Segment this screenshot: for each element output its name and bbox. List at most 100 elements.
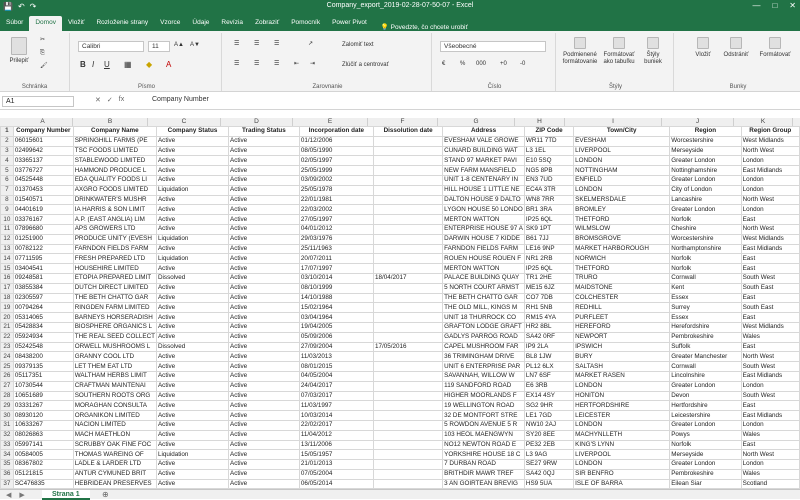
cell[interactable]: 08026863 <box>12 429 74 441</box>
cell[interactable]: London <box>740 459 800 470</box>
cell[interactable]: SCRUBBY OAK FINE FOC <box>72 439 157 451</box>
cell[interactable]: BROMLEY <box>573 204 671 216</box>
cell[interactable]: LADLE & LARDER LTD <box>72 459 157 470</box>
maximize-icon[interactable]: □ <box>772 1 777 10</box>
cell[interactable]: SA42 0RF <box>523 331 575 343</box>
tab-insert[interactable]: Vložiť <box>62 16 91 31</box>
cell[interactable]: South West <box>740 272 800 284</box>
cell[interactable]: HS9 5UA <box>523 478 575 490</box>
cell[interactable]: BR1 3RA <box>523 204 575 216</box>
cell[interactable]: East <box>740 341 800 353</box>
cell[interactable]: Pembrokeshire <box>669 331 742 343</box>
cell[interactable]: Dissolved <box>155 341 230 353</box>
underline-button[interactable]: U <box>104 61 110 69</box>
cell[interactable]: Merseyside <box>669 145 742 157</box>
cell[interactable] <box>373 351 444 363</box>
cell[interactable]: Active <box>155 282 230 294</box>
cell[interactable]: SA42 0QJ <box>523 468 575 480</box>
cell[interactable]: 11/04/2012 <box>298 429 375 441</box>
conditional-formatting-button[interactable]: Podmienené formátovanie <box>562 37 598 66</box>
cell[interactable]: Greater London <box>669 459 742 470</box>
cell[interactable] <box>373 174 444 186</box>
format-painter-icon[interactable]: 🖌 <box>40 63 48 70</box>
cell[interactable]: BIOSPHERE ORGANICS L <box>72 321 157 333</box>
tab-view[interactable]: Zobraziť <box>249 16 285 31</box>
cell[interactable]: 103 HEOL MAENGWYN <box>442 429 525 441</box>
cell[interactable]: Active <box>228 194 300 206</box>
cell[interactable]: WN8 7RR <box>523 194 575 206</box>
cell[interactable]: THE OLD MILL, KINGS M <box>442 302 525 314</box>
cell[interactable]: Powys <box>669 429 742 441</box>
cell[interactable]: IP9 2LA <box>523 341 575 353</box>
cell[interactable]: Scotland <box>740 478 800 490</box>
cell[interactable] <box>373 410 444 421</box>
tab-data[interactable]: Údaje <box>186 16 215 31</box>
cell[interactable] <box>373 419 444 431</box>
cell[interactable]: Active <box>228 341 300 353</box>
cell[interactable]: Active <box>228 135 300 147</box>
cell[interactable]: DALTON HOUSE 9 DALTO <box>442 194 525 206</box>
cell[interactable]: TR1 2HE <box>523 272 575 284</box>
cell[interactable]: Active <box>228 263 300 274</box>
cell[interactable]: North West <box>740 194 800 206</box>
cell-styles-button[interactable]: Štýly buniek <box>638 37 668 66</box>
cell[interactable]: NOTTINGHAM <box>573 165 671 176</box>
cell[interactable]: Company Name <box>72 126 157 137</box>
cell[interactable]: London <box>740 174 800 186</box>
cell[interactable]: West Midlands <box>740 233 800 245</box>
cell[interactable]: 01540571 <box>12 194 74 206</box>
cell[interactable]: 22/02/2017 <box>298 419 375 431</box>
cell[interactable]: London <box>740 419 800 431</box>
cell[interactable]: LEICESTER <box>573 410 671 421</box>
cell[interactable]: Cornwall <box>669 272 742 284</box>
cell[interactable]: Wales <box>740 429 800 441</box>
row-number[interactable]: 32 <box>0 429 14 441</box>
thousands-icon[interactable]: 000 <box>476 61 486 68</box>
cell[interactable]: Surrey <box>669 302 742 314</box>
cell[interactable]: Worcestershire <box>669 233 742 245</box>
cell[interactable]: Active <box>228 312 300 323</box>
cell[interactable]: 01/12/2006 <box>298 135 375 147</box>
cell[interactable] <box>373 223 444 235</box>
cell[interactable]: Greater London <box>669 174 742 186</box>
cell[interactable]: Active <box>228 282 300 294</box>
cell[interactable]: PALACE BUILDING QUAY <box>442 272 525 284</box>
cell[interactable]: Active <box>155 361 230 372</box>
cell[interactable]: 10633267 <box>12 419 74 431</box>
cell[interactable]: Active <box>155 410 230 421</box>
cell[interactable]: 05314065 <box>12 312 74 323</box>
cell[interactable]: South East <box>740 302 800 314</box>
cell[interactable]: HR2 8BL <box>523 321 575 333</box>
cell[interactable]: NACION LIMITED <box>72 419 157 431</box>
cell[interactable]: Active <box>228 253 300 265</box>
cell[interactable]: 09248581 <box>12 272 74 284</box>
cell[interactable]: ANTUR CYMUNED BRIT <box>72 468 157 480</box>
cell[interactable]: Suffolk <box>669 341 742 353</box>
cell[interactable]: E6 3RB <box>523 380 575 392</box>
cell[interactable]: 03/10/2014 <box>298 272 375 284</box>
cell[interactable]: Liquidation <box>155 184 230 196</box>
cell[interactable]: 08367802 <box>12 459 74 470</box>
row-number[interactable]: 6 <box>0 174 14 186</box>
align-top-icon[interactable]: ☰ <box>234 41 239 48</box>
number-format-select[interactable]: Všeobecné <box>440 41 546 52</box>
cell[interactable]: EN3 7UD <box>523 174 575 186</box>
cell[interactable]: CRAFTMAN MAINTENAI <box>72 380 157 392</box>
cell[interactable]: 03331267 <box>12 400 74 412</box>
cell[interactable]: Hertfordshire <box>669 400 742 412</box>
cell[interactable]: LONDON <box>573 184 671 196</box>
cell[interactable]: HERTFORDSHIRE <box>573 400 671 412</box>
cell[interactable]: L3 1EL <box>523 145 575 157</box>
cell[interactable]: 08/10/1999 <box>298 282 375 294</box>
cell[interactable]: 03/09/2002 <box>298 174 375 186</box>
cell[interactable]: RM15 4YA <box>523 312 575 323</box>
row-number[interactable]: 31 <box>0 419 14 431</box>
cell[interactable]: West Midlands <box>740 321 800 333</box>
add-sheet-icon[interactable]: ⊕ <box>102 490 109 499</box>
cell[interactable]: CUNARD BUILDING WAT <box>442 145 525 157</box>
cell[interactable]: East <box>740 312 800 323</box>
grow-font-icon[interactable]: A▲ <box>174 42 184 49</box>
cell[interactable]: NO12 NEWTON ROAD E <box>442 439 525 451</box>
enter-icon[interactable]: ✓ <box>107 96 113 104</box>
cell[interactable]: 07896680 <box>12 223 74 235</box>
